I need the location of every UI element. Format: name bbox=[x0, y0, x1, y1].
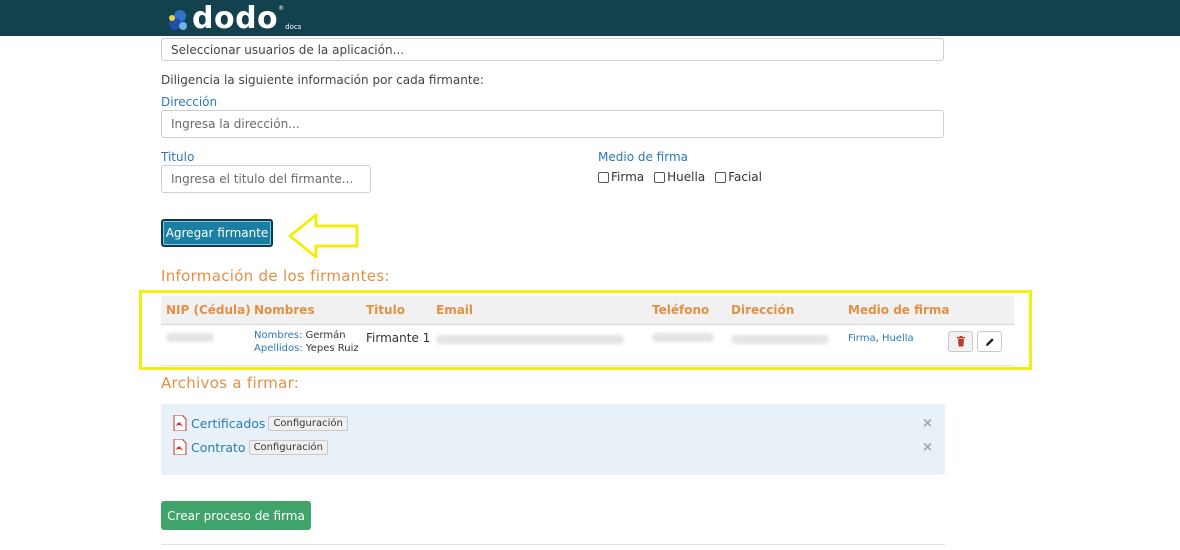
instruction-text: Diligencia la siguiente información por … bbox=[161, 73, 484, 87]
logo-text: dodo bbox=[192, 1, 279, 36]
titulo-input[interactable]: Ingresa el titulo del firmante... bbox=[161, 165, 371, 193]
logo-subtext: docs bbox=[285, 23, 302, 31]
titulo-label: Titulo bbox=[161, 150, 195, 164]
pointing-arrow-icon bbox=[288, 213, 359, 259]
add-signer-button[interactable]: Agregar firmante bbox=[161, 219, 273, 247]
checkbox-huella-box[interactable] bbox=[654, 171, 666, 183]
dodo-logo-icon bbox=[169, 10, 187, 30]
remove-file-button[interactable]: × bbox=[922, 440, 933, 455]
checkbox-firma-label: Firma bbox=[611, 170, 645, 184]
dodo-logo[interactable]: dodo ® docs bbox=[166, 2, 301, 34]
checkbox-facial-box[interactable] bbox=[715, 171, 727, 183]
users-select-placeholder: Seleccionar usuarios de la aplicación... bbox=[171, 42, 405, 57]
direccion-placeholder: Ingresa la dirección... bbox=[171, 117, 300, 131]
top-navbar: dodo ® docs bbox=[0, 0, 1180, 36]
checkbox-huella[interactable]: Huella bbox=[654, 170, 705, 184]
medio-firma-options: Firma Huella Facial bbox=[598, 170, 772, 184]
config-button[interactable]: Configuración bbox=[268, 415, 348, 431]
checkbox-facial-label: Facial bbox=[728, 170, 762, 184]
titulo-placeholder: Ingresa el titulo del firmante... bbox=[171, 172, 354, 186]
pdf-file-icon bbox=[173, 415, 187, 431]
direccion-input[interactable]: Ingresa la dirección... bbox=[161, 110, 944, 138]
file-item-contrato: Contrato Configuración bbox=[172, 439, 328, 455]
create-signing-process-button[interactable]: Crear proceso de firma bbox=[161, 501, 311, 530]
file-name-link[interactable]: Contrato bbox=[191, 440, 246, 455]
checkbox-facial[interactable]: Facial bbox=[715, 170, 762, 184]
files-panel: Certificados Configuración × Contrato Co… bbox=[161, 404, 945, 475]
signers-section-title: Información de los firmantes: bbox=[161, 267, 390, 285]
file-item-certificados: Certificados Configuración bbox=[172, 415, 348, 431]
checkbox-huella-label: Huella bbox=[667, 170, 706, 184]
users-select[interactable]: Seleccionar usuarios de la aplicación... bbox=[161, 38, 944, 61]
checkbox-firma[interactable]: Firma bbox=[598, 170, 644, 184]
direccion-label: Dirección bbox=[161, 95, 218, 109]
file-name-link[interactable]: Certificados bbox=[191, 416, 265, 431]
signers-highlight-box bbox=[139, 290, 1032, 370]
pdf-file-icon bbox=[173, 439, 187, 455]
medio-firma-label: Medio de firma bbox=[598, 150, 688, 164]
config-button[interactable]: Configuración bbox=[248, 439, 328, 455]
files-section-title: Archivos a firmar: bbox=[161, 374, 300, 392]
checkbox-firma-box[interactable] bbox=[598, 171, 609, 183]
logo-registered-mark: ® bbox=[278, 5, 285, 12]
bottom-divider bbox=[161, 544, 945, 545]
remove-file-button[interactable]: × bbox=[922, 416, 933, 431]
